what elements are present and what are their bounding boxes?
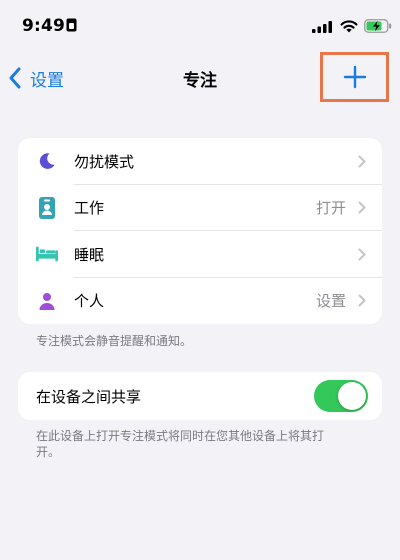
- toggle-knob: [338, 382, 366, 410]
- focus-item-personal[interactable]: 个人 设置: [18, 278, 382, 325]
- focus-footnote: 专注模式会静音提醒和通知。: [36, 334, 193, 348]
- badge-icon: [36, 196, 58, 219]
- wifi-icon: [340, 20, 358, 33]
- focus-item-label: 勿扰模式: [74, 152, 135, 171]
- focus-item-value: 设置: [315, 292, 346, 311]
- chevron-right-icon: [358, 294, 366, 307]
- focus-item-work[interactable]: 工作 打开: [18, 185, 382, 231]
- chevron-right-icon: [358, 201, 366, 214]
- plus-icon: [343, 65, 366, 89]
- cellular-signal-icon: [312, 21, 332, 33]
- chevron-right-icon: [358, 155, 366, 168]
- status-bar: 9:49: [0, 0, 400, 48]
- share-across-devices-row: 在设备之间共享: [18, 372, 382, 420]
- sim-card-icon: [66, 18, 77, 32]
- status-time: 9:49: [22, 16, 66, 36]
- share-footnote: 在此设备上打开专注模式将同时在您其他设备上将其打开。: [36, 429, 325, 459]
- moon-icon: [36, 150, 58, 172]
- bed-icon: [36, 243, 58, 265]
- focus-item-label: 工作: [74, 199, 105, 218]
- share-across-devices-label: 在设备之间共享: [36, 388, 142, 406]
- navigation-bar: 设置 专注: [0, 52, 400, 102]
- chevron-right-icon: [358, 248, 366, 261]
- share-across-devices-toggle[interactable]: [314, 380, 368, 412]
- focus-item-value: 打开: [315, 199, 346, 218]
- battery-charging-icon: [364, 19, 392, 33]
- focus-item-sleep[interactable]: 睡眠: [18, 231, 382, 278]
- focus-item-label: 睡眠: [74, 245, 105, 264]
- focus-item-label: 个人: [74, 292, 105, 311]
- person-icon: [36, 290, 58, 312]
- add-focus-button[interactable]: [320, 52, 389, 102]
- focus-item-do-not-disturb[interactable]: 勿扰模式: [18, 138, 382, 185]
- focus-mode-list: 勿扰模式 工作 打开 睡眠 个人 设置: [18, 138, 382, 324]
